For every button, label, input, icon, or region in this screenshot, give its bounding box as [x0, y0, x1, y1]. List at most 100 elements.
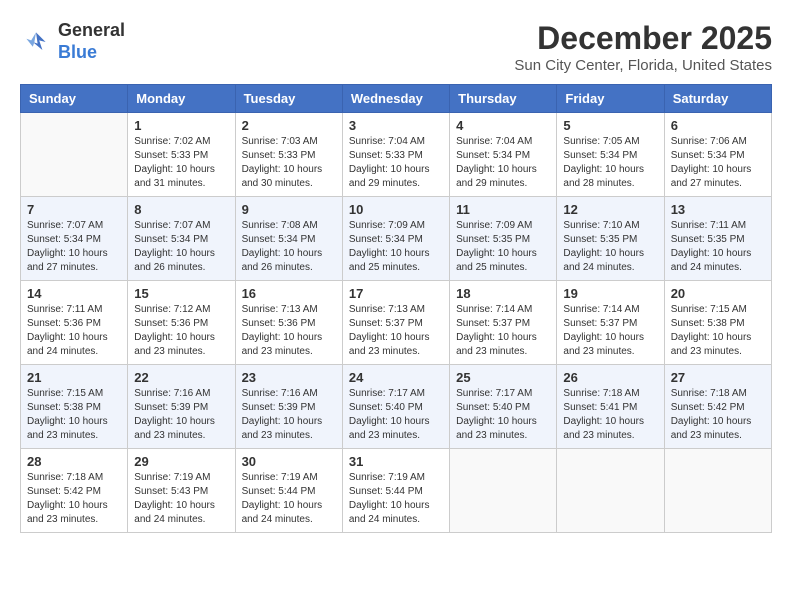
- cell-info: Sunrise: 7:05 AMSunset: 5:34 PMDaylight:…: [563, 135, 657, 191]
- calendar-cell: 21 Sunrise: 7:15 AMSunset: 5:38 PMDayligh…: [21, 365, 128, 449]
- cell-date-number: 10: [349, 202, 443, 217]
- cell-info: Sunrise: 7:11 AMSunset: 5:36 PMDaylight:…: [27, 303, 121, 359]
- cell-info: Sunrise: 7:07 AMSunset: 5:34 PMDaylight:…: [27, 219, 121, 275]
- calendar-cell: 16 Sunrise: 7:13 AMSunset: 5:36 PMDayligh…: [235, 281, 342, 365]
- cell-date-number: 3: [349, 118, 443, 133]
- header-cell-tuesday: Tuesday: [235, 85, 342, 113]
- calendar-cell: 20 Sunrise: 7:15 AMSunset: 5:38 PMDayligh…: [664, 281, 771, 365]
- calendar-cell: 10 Sunrise: 7:09 AMSunset: 5:34 PMDayligh…: [342, 197, 449, 281]
- calendar-cell: 22 Sunrise: 7:16 AMSunset: 5:39 PMDayligh…: [128, 365, 235, 449]
- calendar-cell: [450, 449, 557, 533]
- cell-info: Sunrise: 7:17 AMSunset: 5:40 PMDaylight:…: [349, 387, 443, 443]
- calendar-cell: 4 Sunrise: 7:04 AMSunset: 5:34 PMDaylight…: [450, 113, 557, 197]
- cell-date-number: 31: [349, 454, 443, 469]
- cell-info: Sunrise: 7:15 AMSunset: 5:38 PMDaylight:…: [671, 303, 765, 359]
- calendar-cell: 28 Sunrise: 7:18 AMSunset: 5:42 PMDayligh…: [21, 449, 128, 533]
- cell-info: Sunrise: 7:09 AMSunset: 5:34 PMDaylight:…: [349, 219, 443, 275]
- header-row: SundayMondayTuesdayWednesdayThursdayFrid…: [21, 85, 772, 113]
- cell-date-number: 23: [242, 370, 336, 385]
- title-block: December 2025 Sun City Center, Florida, …: [514, 20, 772, 74]
- cell-date-number: 25: [456, 370, 550, 385]
- cell-info: Sunrise: 7:07 AMSunset: 5:34 PMDaylight:…: [134, 219, 228, 275]
- cell-date-number: 20: [671, 286, 765, 301]
- cell-date-number: 14: [27, 286, 121, 301]
- cell-date-number: 7: [27, 202, 121, 217]
- cell-date-number: 28: [27, 454, 121, 469]
- calendar-cell: 31Sunrise: 7:19 AMSunset: 5:44 PMDayligh…: [342, 449, 449, 533]
- cell-date-number: 27: [671, 370, 765, 385]
- header-cell-thursday: Thursday: [450, 85, 557, 113]
- header-cell-friday: Friday: [557, 85, 664, 113]
- calendar-cell: 25 Sunrise: 7:17 AMSunset: 5:40 PMDayligh…: [450, 365, 557, 449]
- calendar-cell: 27 Sunrise: 7:18 AMSunset: 5:42 PMDayligh…: [664, 365, 771, 449]
- cell-date-number: 9: [242, 202, 336, 217]
- calendar-cell: 2 Sunrise: 7:03 AMSunset: 5:33 PMDaylight…: [235, 113, 342, 197]
- cell-date-number: 12: [563, 202, 657, 217]
- cell-date-number: 4: [456, 118, 550, 133]
- calendar-cell: 9 Sunrise: 7:08 AMSunset: 5:34 PMDaylight…: [235, 197, 342, 281]
- cell-info: Sunrise: 7:04 AMSunset: 5:34 PMDaylight:…: [456, 135, 550, 191]
- header-cell-saturday: Saturday: [664, 85, 771, 113]
- cell-info: Sunrise: 7:06 AMSunset: 5:34 PMDaylight:…: [671, 135, 765, 191]
- cell-date-number: 21: [27, 370, 121, 385]
- cell-info: Sunrise: 7:14 AMSunset: 5:37 PMDaylight:…: [563, 303, 657, 359]
- calendar-cell: 17Sunrise: 7:13 AMSunset: 5:37 PMDayligh…: [342, 281, 449, 365]
- cell-info: Sunrise: 7:08 AMSunset: 5:34 PMDaylight:…: [242, 219, 336, 275]
- calendar-table: SundayMondayTuesdayWednesdayThursdayFrid…: [20, 84, 772, 533]
- cell-date-number: 16: [242, 286, 336, 301]
- header-cell-wednesday: Wednesday: [342, 85, 449, 113]
- cell-date-number: 15: [134, 286, 228, 301]
- week-row-3: 14 Sunrise: 7:11 AMSunset: 5:36 PMDayligh…: [21, 281, 772, 365]
- calendar-body: 1 Sunrise: 7:02 AMSunset: 5:33 PMDaylight…: [21, 113, 772, 533]
- cell-info: Sunrise: 7:02 AMSunset: 5:33 PMDaylight:…: [134, 135, 228, 191]
- calendar-cell: 5 Sunrise: 7:05 AMSunset: 5:34 PMDaylight…: [557, 113, 664, 197]
- logo-icon: [20, 26, 52, 58]
- cell-date-number: 5: [563, 118, 657, 133]
- cell-info: Sunrise: 7:16 AMSunset: 5:39 PMDaylight:…: [242, 387, 336, 443]
- cell-date-number: 11: [456, 202, 550, 217]
- header-cell-monday: Monday: [128, 85, 235, 113]
- cell-info: Sunrise: 7:16 AMSunset: 5:39 PMDaylight:…: [134, 387, 228, 443]
- week-row-2: 7 Sunrise: 7:07 AMSunset: 5:34 PMDaylight…: [21, 197, 772, 281]
- calendar-cell: 12Sunrise: 7:10 AMSunset: 5:35 PMDayligh…: [557, 197, 664, 281]
- calendar-cell: [21, 113, 128, 197]
- cell-date-number: 29: [134, 454, 228, 469]
- cell-date-number: 22: [134, 370, 228, 385]
- calendar-cell: 23 Sunrise: 7:16 AMSunset: 5:39 PMDayligh…: [235, 365, 342, 449]
- calendar-cell: 30Sunrise: 7:19 AMSunset: 5:44 PMDayligh…: [235, 449, 342, 533]
- cell-date-number: 2: [242, 118, 336, 133]
- cell-date-number: 17: [349, 286, 443, 301]
- calendar-subtitle: Sun City Center, Florida, United States: [514, 57, 772, 74]
- cell-info: Sunrise: 7:18 AMSunset: 5:42 PMDaylight:…: [671, 387, 765, 443]
- week-row-1: 1 Sunrise: 7:02 AMSunset: 5:33 PMDaylight…: [21, 113, 772, 197]
- calendar-header: SundayMondayTuesdayWednesdayThursdayFrid…: [21, 85, 772, 113]
- cell-info: Sunrise: 7:15 AMSunset: 5:38 PMDaylight:…: [27, 387, 121, 443]
- cell-date-number: 19: [563, 286, 657, 301]
- cell-info: Sunrise: 7:17 AMSunset: 5:40 PMDaylight:…: [456, 387, 550, 443]
- cell-info: Sunrise: 7:11 AMSunset: 5:35 PMDaylight:…: [671, 219, 765, 275]
- header-cell-sunday: Sunday: [21, 85, 128, 113]
- logo-text: General Blue: [58, 20, 125, 63]
- cell-info: Sunrise: 7:09 AMSunset: 5:35 PMDaylight:…: [456, 219, 550, 275]
- calendar-cell: 7 Sunrise: 7:07 AMSunset: 5:34 PMDaylight…: [21, 197, 128, 281]
- cell-info: Sunrise: 7:03 AMSunset: 5:33 PMDaylight:…: [242, 135, 336, 191]
- calendar-cell: 3Sunrise: 7:04 AMSunset: 5:33 PMDaylight…: [342, 113, 449, 197]
- calendar-cell: [557, 449, 664, 533]
- cell-date-number: 8: [134, 202, 228, 217]
- cell-date-number: 1: [134, 118, 228, 133]
- cell-info: Sunrise: 7:18 AMSunset: 5:41 PMDaylight:…: [563, 387, 657, 443]
- calendar-cell: 14 Sunrise: 7:11 AMSunset: 5:36 PMDayligh…: [21, 281, 128, 365]
- calendar-cell: 8 Sunrise: 7:07 AMSunset: 5:34 PMDaylight…: [128, 197, 235, 281]
- cell-date-number: 26: [563, 370, 657, 385]
- cell-date-number: 13: [671, 202, 765, 217]
- calendar-title: December 2025: [514, 20, 772, 57]
- cell-info: Sunrise: 7:13 AMSunset: 5:36 PMDaylight:…: [242, 303, 336, 359]
- logo: General Blue: [20, 20, 125, 63]
- cell-info: Sunrise: 7:14 AMSunset: 5:37 PMDaylight:…: [456, 303, 550, 359]
- cell-date-number: 18: [456, 286, 550, 301]
- calendar-cell: 18 Sunrise: 7:14 AMSunset: 5:37 PMDayligh…: [450, 281, 557, 365]
- cell-info: Sunrise: 7:18 AMSunset: 5:42 PMDaylight:…: [27, 471, 121, 527]
- calendar-cell: 19 Sunrise: 7:14 AMSunset: 5:37 PMDayligh…: [557, 281, 664, 365]
- calendar-cell: 29Sunrise: 7:19 AMSunset: 5:43 PMDayligh…: [128, 449, 235, 533]
- calendar-cell: 13 Sunrise: 7:11 AMSunset: 5:35 PMDayligh…: [664, 197, 771, 281]
